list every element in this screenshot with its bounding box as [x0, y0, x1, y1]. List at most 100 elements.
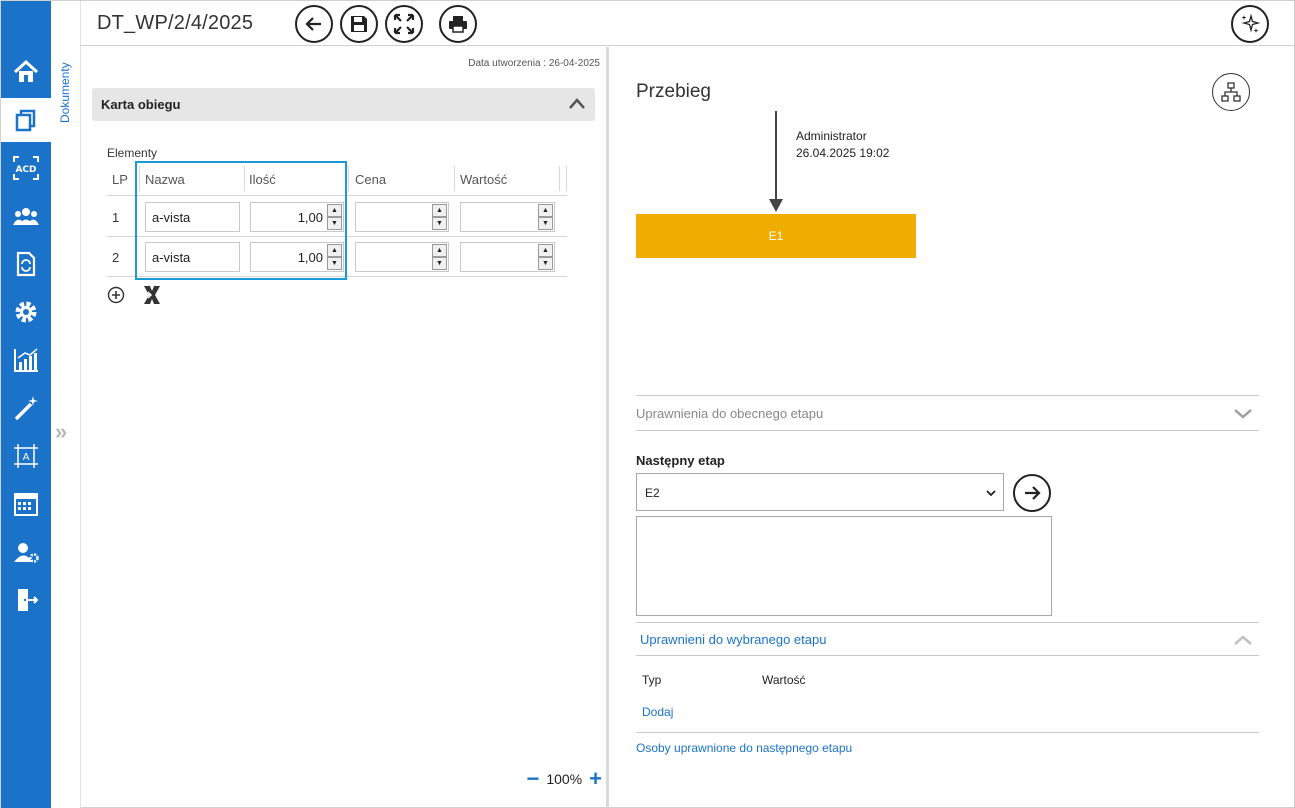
documents-side-strip: Dokumenty » [51, 1, 81, 808]
next-stage-label: Następny etap [636, 453, 725, 468]
divider-line [636, 732, 1259, 733]
chevron-down-icon [986, 490, 996, 497]
highlight-box [135, 161, 347, 280]
divider-line [636, 622, 1259, 623]
row-2-value-stepper[interactable]: ▲ ▼ [460, 242, 555, 272]
divider-line [636, 395, 1259, 396]
column-header-type: Typ [642, 673, 662, 687]
svg-text:A: A [23, 452, 30, 463]
next-stage-value: E2 [645, 486, 660, 500]
documents-icon[interactable] [1, 98, 51, 142]
calendar-icon[interactable] [1, 482, 51, 526]
column-separator [454, 166, 455, 191]
stage-box-e1[interactable]: E1 [636, 214, 916, 258]
next-stage-select[interactable]: E2 [636, 473, 1004, 511]
back-button[interactable] [295, 5, 333, 43]
elements-label: Elementy [107, 146, 158, 160]
forward-arrow-icon [1025, 486, 1041, 500]
template-icon[interactable]: A [1, 434, 51, 478]
ai-assistant-button[interactable] [1231, 5, 1269, 43]
card-header[interactable]: Karta obiegu [92, 88, 595, 121]
zoom-level: 100% [546, 771, 583, 787]
column-separator [348, 166, 349, 191]
users-icon[interactable] [1, 194, 51, 238]
author-date: 26.04.2025 19:02 [796, 146, 890, 160]
column-header-wartosc: Wartość [460, 172, 508, 187]
spin-up-icon[interactable]: ▲ [432, 204, 447, 217]
row-2-lp: 2 [112, 250, 120, 265]
documents-tab-label[interactable]: Dokumenty [58, 53, 72, 123]
card-title: Karta obiegu [101, 97, 181, 112]
chosen-stage-permissions-section[interactable]: Uprawnieni do wybranego etapu [640, 632, 1259, 647]
chevron-up-icon[interactable] [1233, 630, 1253, 650]
spin-up-icon[interactable]: ▲ [432, 244, 447, 257]
sparkles-icon [1241, 13, 1261, 33]
app-window: ACD A Dokumenty » DT_WP/2/4/2025 Data ut… [0, 0, 1295, 808]
divider-line [636, 430, 1259, 431]
current-stage-permissions-label: Uprawnienia do obecnego etapu [636, 406, 824, 421]
chevron-up-icon[interactable] [567, 94, 587, 114]
column-header-cena: Cena [355, 172, 387, 187]
magic-wand-icon[interactable] [1, 386, 51, 430]
document-sync-icon[interactable] [1, 242, 51, 286]
save-icon [351, 16, 367, 32]
chart-icon[interactable] [1, 338, 51, 382]
authorized-people-link[interactable]: Osoby uprawnione do następnego etapu [636, 741, 852, 755]
home-icon[interactable] [1, 50, 51, 94]
column-header-lp: LP [112, 172, 128, 187]
excel-import-icon[interactable] [142, 284, 162, 306]
add-row-icon[interactable] [107, 286, 125, 304]
zoom-out-button[interactable]: − [526, 768, 539, 790]
chosen-stage-permissions-label: Uprawnieni do wybranego etapu [640, 632, 827, 647]
workflow-panel: Przebieg Administrator 26.04.2025 19:02 … [609, 47, 1295, 808]
print-button[interactable] [439, 5, 477, 43]
workflow-diagram-button[interactable] [1212, 73, 1250, 111]
row-2-price-stepper[interactable]: ▲ ▼ [355, 242, 449, 272]
spin-buttons[interactable]: ▲ ▼ [432, 244, 447, 270]
top-bar: DT_WP/2/4/2025 [81, 1, 1294, 46]
chevron-down-icon[interactable] [1233, 404, 1253, 424]
workflow-title: Przebieg [636, 81, 711, 102]
divider-line [636, 655, 1259, 656]
spin-up-icon[interactable]: ▲ [538, 204, 553, 217]
print-icon [449, 16, 467, 33]
creation-date: Data utworzenia : 26-04-2025 [468, 58, 600, 69]
zoom-control: − 100% + [526, 768, 602, 790]
org-chart-icon [1221, 82, 1241, 102]
column-header-value: Wartość [762, 673, 806, 687]
gear-icon[interactable] [1, 290, 51, 334]
exit-icon[interactable] [1, 578, 51, 622]
save-button[interactable] [340, 5, 378, 43]
author-name: Administrator [796, 129, 867, 143]
svg-text:ACD: ACD [15, 165, 36, 175]
spin-buttons[interactable]: ▲ ▼ [538, 204, 553, 230]
fullscreen-icon [393, 13, 415, 35]
spin-down-icon[interactable]: ▼ [538, 257, 553, 270]
row-1-lp: 1 [112, 210, 120, 225]
add-link[interactable]: Dodaj [642, 705, 673, 719]
document-title: DT_WP/2/4/2025 [97, 12, 254, 34]
back-arrow-icon [305, 17, 321, 31]
zoom-in-button[interactable]: + [589, 768, 602, 790]
expand-chevron-icon[interactable]: » [55, 419, 67, 445]
spin-down-icon[interactable]: ▼ [432, 257, 447, 270]
fullscreen-button[interactable] [385, 5, 423, 43]
spin-up-icon[interactable]: ▲ [538, 244, 553, 257]
spin-buttons[interactable]: ▲ ▼ [432, 204, 447, 230]
spin-down-icon[interactable]: ▼ [538, 217, 553, 230]
spin-down-icon[interactable]: ▼ [432, 217, 447, 230]
ocr-icon[interactable]: ACD [1, 146, 51, 190]
row-1-value-stepper[interactable]: ▲ ▼ [460, 202, 555, 232]
spin-buttons[interactable]: ▲ ▼ [538, 244, 553, 270]
left-nav: ACD A [1, 1, 51, 808]
column-separator [559, 166, 560, 191]
card-panel: Data utworzenia : 26-04-2025 Karta obieg… [81, 47, 606, 808]
comment-textarea[interactable] [636, 516, 1052, 616]
go-to-next-stage-button[interactable] [1013, 474, 1051, 512]
row-1-price-stepper[interactable]: ▲ ▼ [355, 202, 449, 232]
user-settings-icon[interactable] [1, 530, 51, 574]
flow-arrow-line [775, 111, 777, 207]
stage-author: Administrator 26.04.2025 19:02 [796, 128, 889, 162]
column-separator [566, 166, 567, 191]
current-stage-permissions-section[interactable]: Uprawnienia do obecnego etapu [636, 406, 1259, 421]
